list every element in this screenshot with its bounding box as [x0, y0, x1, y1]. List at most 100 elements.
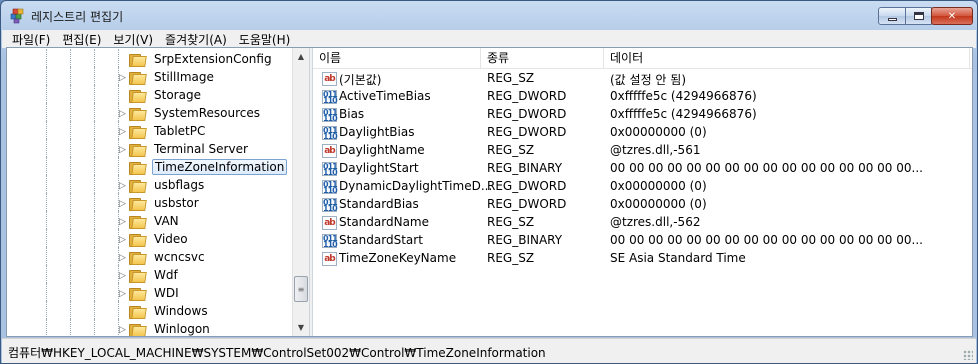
value-row[interactable]: 011 110 Bias REG_DWORD 0xfffffe5c (429496687…	[313, 106, 972, 124]
tree-item-label: TimeZoneInformation	[152, 159, 288, 175]
tree-guide-line	[94, 49, 95, 69]
maximize-button[interactable]	[905, 7, 932, 25]
tree-item[interactable]: ▷ usbflags	[7, 175, 292, 195]
expand-arrow-icon[interactable]: ▷	[118, 73, 127, 83]
expand-arrow-icon[interactable]: ▷	[118, 127, 127, 137]
column-header-name[interactable]: 이름	[313, 48, 481, 69]
close-button[interactable]: ✕	[931, 7, 973, 25]
tree-item[interactable]: Storage	[7, 85, 292, 105]
tree-item[interactable]: ▷ StillImage	[7, 67, 292, 87]
value-row[interactable]: ab TimeZoneKeyName REG_SZ SE Asia Standard …	[313, 250, 972, 268]
menu-help[interactable]: 도움말(H)	[233, 31, 297, 48]
scroll-down-button[interactable]: ▼	[293, 319, 309, 336]
value-name: StandardStart	[339, 233, 423, 247]
status-path: 컴퓨터₩HKEY_LOCAL_MACHINE₩SYSTEM₩ControlSet…	[8, 346, 546, 360]
tree-item[interactable]: ▷ wcncsvc	[7, 247, 292, 267]
tree-item[interactable]: ▷ Wdf	[7, 265, 292, 285]
tree-item[interactable]: ▷ WDI	[7, 283, 292, 303]
tree-item[interactable]: ▷ SystemResources	[7, 103, 292, 123]
tree-item[interactable]: ▷ TabletPC	[7, 121, 292, 141]
tree-item-label: wcncsvc	[154, 250, 205, 264]
expand-arrow-icon[interactable]: ▷	[118, 325, 127, 335]
value-row[interactable]: ab (기본값) REG_SZ (값 설정 안 됨)	[313, 70, 972, 88]
tree-item-label: Windows	[154, 304, 208, 318]
value-name: DaylightName	[339, 143, 425, 157]
tree-guide-line	[70, 265, 71, 285]
tree-guide-line	[70, 49, 71, 69]
expand-arrow-icon[interactable]: ▷	[118, 217, 127, 227]
menu-edit[interactable]: 편집(E)	[56, 31, 107, 48]
expand-arrow-icon[interactable]: ▷	[118, 271, 127, 281]
menu-bar: 파일(F) 편집(E) 보기(V) 즐겨찾기(A) 도움말(H)	[2, 30, 976, 48]
tree-item[interactable]: TimeZoneInformation	[7, 157, 292, 177]
tree-guide-line	[70, 157, 71, 177]
value-type: REG_SZ	[487, 251, 535, 265]
tree-item[interactable]: ▷ Terminal Server	[7, 139, 292, 159]
tree-item[interactable]: Windows	[7, 301, 292, 321]
tree-item[interactable]: ▷ Video	[7, 229, 292, 249]
expand-arrow-icon[interactable]: ▷	[118, 199, 127, 209]
tree-guide-line	[118, 49, 119, 69]
column-header-data[interactable]: 데이터	[604, 48, 970, 69]
minimize-button[interactable]	[878, 7, 906, 25]
value-row[interactable]: ab DaylightName REG_SZ @tzres.dll,-561	[313, 142, 972, 160]
tree-item-label: Winlogon	[154, 322, 210, 336]
expand-arrow-icon[interactable]: ▷	[118, 181, 127, 191]
binary-value-icon: 011 110	[322, 234, 338, 249]
value-row[interactable]: 011 110 DaylightStart REG_BINARY 00 00 00 00…	[313, 160, 972, 178]
expand-arrow-icon[interactable]: ▷	[118, 109, 127, 119]
tree-guide-line	[70, 301, 71, 321]
values-list-pane: 이름 종류 데이터 ab (기본값) REG_SZ (값 설정 안 됨) 011 110 A…	[313, 48, 972, 336]
status-bar: 컴퓨터₩HKEY_LOCAL_MACHINE₩SYSTEM₩ControlSet…	[2, 338, 976, 363]
expand-arrow-icon[interactable]: ▷	[118, 145, 127, 155]
value-row[interactable]: 011 110 ActiveTimeBias REG_DWORD 0xfffffe5c …	[313, 88, 972, 106]
tree-item[interactable]: ▷ usbstor	[7, 193, 292, 213]
value-row[interactable]: 011 110 StandardBias REG_DWORD 0x00000000 (0…	[313, 196, 972, 214]
tree-guide-line	[46, 301, 47, 321]
tree-item-label: Wdf	[154, 268, 178, 282]
menu-favorites[interactable]: 즐겨찾기(A)	[159, 31, 233, 48]
tree-guide-line	[118, 85, 119, 105]
tree-guide-line	[94, 211, 95, 231]
string-value-icon: ab	[322, 252, 337, 266]
string-value-icon: ab	[322, 144, 337, 158]
registry-editor-window: 레지스트리 편집기 ✕ 파일(F) 편집(E) 보기(V) 즐겨찾기(A) 도움…	[0, 0, 978, 364]
value-row[interactable]: 011 110 StandardStart REG_BINARY 00 00 00 00…	[313, 232, 972, 250]
value-data: 00 00 00 00 00 00 00 00 00 00 00 00 00 0…	[610, 233, 923, 247]
string-value-icon: ab	[322, 216, 337, 230]
tree-item[interactable]: SrpExtensionConfig	[7, 49, 292, 69]
menu-view[interactable]: 보기(V)	[107, 31, 159, 48]
tree-item[interactable]: ▷ VAN	[7, 211, 292, 231]
tree-vertical-scrollbar[interactable]: ▲ ≡ ▼	[292, 48, 309, 336]
value-row[interactable]: ab StandardName REG_SZ @tzres.dll,-562	[313, 214, 972, 232]
scroll-thumb[interactable]: ≡	[294, 276, 308, 302]
tree-guide-line	[94, 67, 95, 87]
tree-guide-line	[46, 175, 47, 195]
tree-guide-line	[70, 121, 71, 141]
tree-guide-line	[46, 283, 47, 303]
scroll-up-button[interactable]: ▲	[293, 48, 309, 65]
value-row[interactable]: 011 110 DaylightBias REG_DWORD 0x00000000 (0…	[313, 124, 972, 142]
value-data: @tzres.dll,-562	[610, 215, 701, 229]
tree-guide-line	[94, 121, 95, 141]
window-title: 레지스트리 편집기	[31, 10, 124, 24]
expand-arrow-icon[interactable]: ▷	[118, 235, 127, 245]
tree-item-label: usbstor	[154, 196, 199, 210]
value-type: REG_DWORD	[487, 107, 567, 121]
tree-item[interactable]: ▷ Winlogon	[7, 319, 292, 336]
value-name: DynamicDaylightTimeD...	[339, 179, 493, 193]
tree-guide-line	[94, 139, 95, 159]
resize-grip-icon[interactable]	[963, 350, 973, 360]
column-header-type[interactable]: 종류	[481, 48, 604, 69]
tree-guide-line	[46, 121, 47, 141]
folder-icon	[129, 323, 147, 336]
tree-guide-line	[46, 265, 47, 285]
expand-arrow-icon[interactable]: ▷	[118, 253, 127, 263]
value-type: REG_DWORD	[487, 179, 567, 193]
expand-arrow-icon[interactable]: ▷	[118, 289, 127, 299]
title-bar[interactable]: 레지스트리 편집기 ✕	[1, 1, 977, 31]
tree-guide-line	[94, 157, 95, 177]
menu-file[interactable]: 파일(F)	[6, 31, 56, 48]
value-name: StandardBias	[339, 197, 419, 211]
value-row[interactable]: 011 110 DynamicDaylightTimeD... REG_DWORD 0x…	[313, 178, 972, 196]
